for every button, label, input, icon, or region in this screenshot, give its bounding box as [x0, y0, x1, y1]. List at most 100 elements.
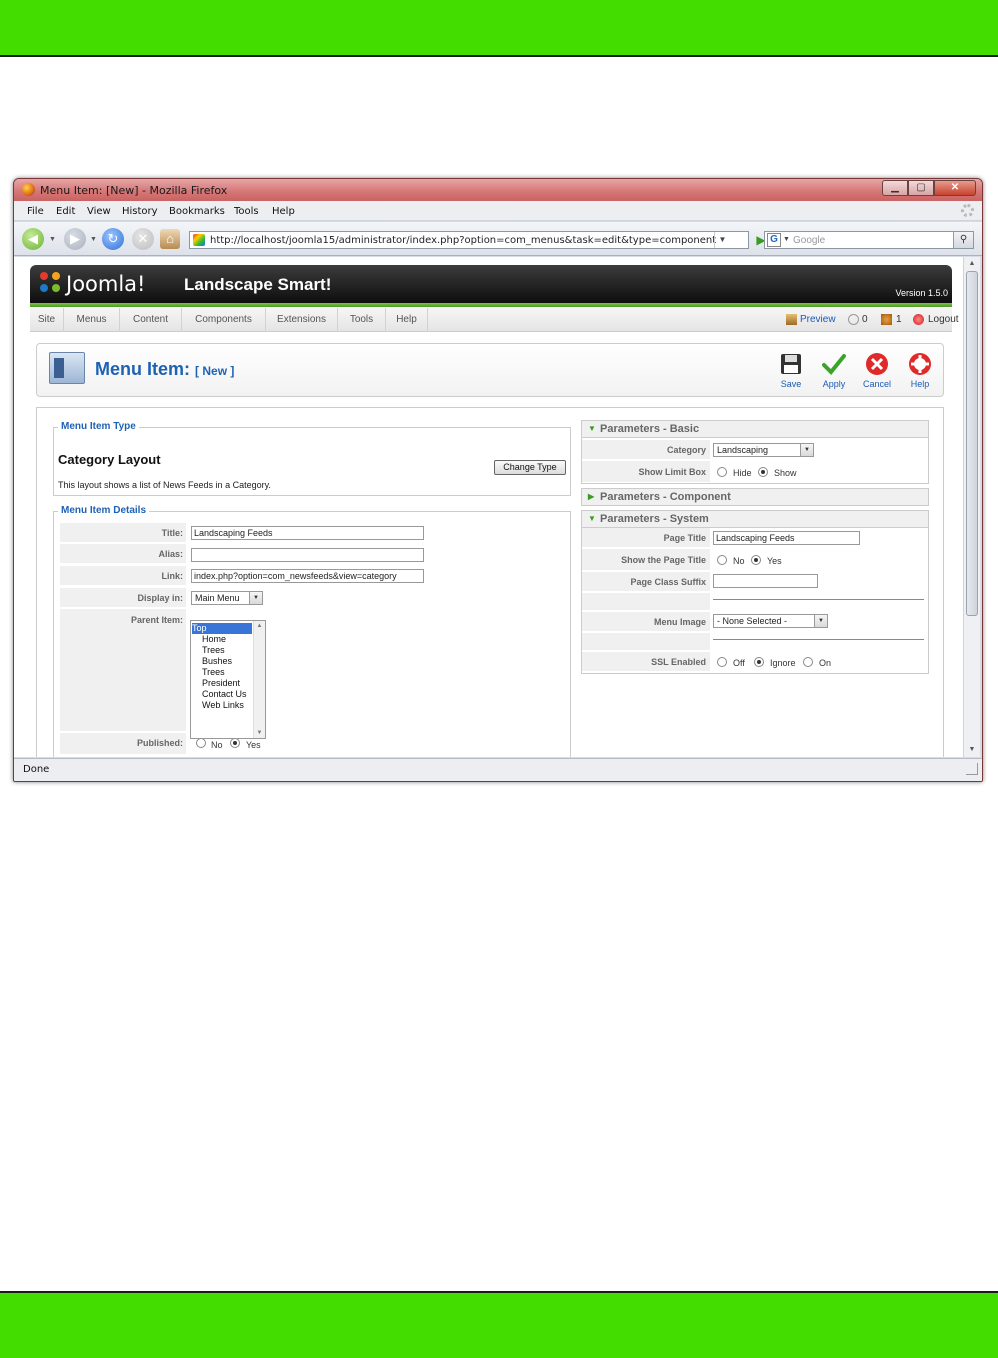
link-label: Link:: [60, 566, 186, 586]
limit-box-hide-radio[interactable]: [717, 467, 727, 477]
title-label: Title:: [60, 523, 186, 543]
ssl-off-radio[interactable]: [717, 657, 727, 667]
logout-icon[interactable]: [913, 314, 924, 325]
admin-menu-content[interactable]: Content: [120, 308, 182, 332]
listbox-scrollbar[interactable]: ▲ ▼: [253, 621, 265, 738]
back-button[interactable]: ◀: [22, 228, 44, 250]
published-no-radio[interactable]: [196, 738, 206, 748]
home-button[interactable]: ⌂: [160, 229, 180, 249]
cancel-label: Cancel: [862, 379, 891, 389]
admin-menu-components[interactable]: Components: [182, 308, 266, 332]
ssl-on-radio[interactable]: [803, 657, 813, 667]
close-window-button[interactable]: ✕: [934, 180, 976, 196]
page-title-field[interactable]: Landscaping Feeds: [713, 531, 860, 545]
google-engine-icon[interactable]: G: [767, 233, 781, 247]
admin-menu-site[interactable]: Site: [30, 308, 64, 332]
admin-menu-tools[interactable]: Tools: [338, 308, 386, 332]
params-system-header[interactable]: ▼ Parameters - System: [581, 510, 929, 528]
parent-item-listbox[interactable]: Top Home Trees Bushes Trees President Co…: [190, 620, 266, 739]
menu-item-icon: [49, 352, 85, 384]
cancel-button[interactable]: Cancel: [857, 352, 897, 392]
url-history-dropdown-icon[interactable]: ▼: [714, 232, 730, 248]
maximize-button[interactable]: ▢: [908, 180, 934, 196]
menu-history[interactable]: History: [122, 206, 158, 217]
help-button[interactable]: Help: [900, 352, 940, 392]
preview-link[interactable]: Preview: [800, 314, 836, 325]
page-scrollbar[interactable]: ▲ ▼: [963, 257, 980, 757]
alias-field[interactable]: [191, 548, 424, 562]
show-page-title-no-radio[interactable]: [717, 555, 727, 565]
reload-button[interactable]: ↻: [102, 228, 124, 250]
url-bar[interactable]: http://localhost/joomla15/administrator/…: [189, 231, 766, 249]
title-field[interactable]: Landscaping Feeds: [191, 526, 424, 540]
save-label: Save: [780, 379, 802, 389]
forward-button[interactable]: ▶: [64, 228, 86, 250]
page-class-suffix-field[interactable]: [713, 574, 818, 588]
apply-label: Apply: [822, 379, 846, 389]
scrollbar-thumb[interactable]: [966, 271, 978, 616]
category-value: Landscaping: [717, 445, 769, 455]
menu-bookmarks[interactable]: Bookmarks: [169, 206, 225, 217]
change-type-button[interactable]: Change Type: [494, 460, 566, 475]
preview-icon[interactable]: [786, 314, 797, 325]
expanded-triangle-icon: ▼: [588, 424, 596, 433]
parent-item-option[interactable]: Trees: [192, 667, 252, 678]
status-text: Done: [23, 764, 50, 775]
page-footer-band: [0, 1291, 998, 1358]
menu-view[interactable]: View: [87, 206, 111, 217]
search-bar[interactable]: G ▼ Google ⚲: [764, 231, 974, 249]
admin-menu-menus[interactable]: Menus: [64, 308, 120, 332]
params-basic-title: Parameters - Basic: [600, 423, 700, 435]
joomla-logo-icon: [40, 272, 62, 294]
menu-tools[interactable]: Tools: [234, 206, 259, 217]
ssl-ignore-radio[interactable]: [754, 657, 764, 667]
header-accent-line: [30, 303, 952, 307]
search-engine-dropdown-icon[interactable]: ▼: [783, 236, 790, 243]
show-page-title-yes-radio[interactable]: [751, 555, 761, 565]
published-yes-radio[interactable]: [230, 738, 240, 748]
back-history-dropdown-icon[interactable]: ▼: [49, 236, 56, 243]
link-field[interactable]: index.php?option=com_newsfeeds&view=cate…: [191, 569, 424, 583]
parent-item-option[interactable]: Trees: [192, 645, 252, 656]
menu-item-details-legend: Menu Item Details: [58, 505, 150, 516]
forward-history-dropdown-icon[interactable]: ▼: [90, 236, 97, 243]
parent-item-option[interactable]: Web Links: [192, 700, 252, 711]
params-system-title: Parameters - System: [600, 513, 709, 525]
help-label: Help: [910, 379, 930, 389]
admin-menu-help[interactable]: Help: [386, 308, 428, 332]
display-in-select[interactable]: Main Menu ▼: [191, 591, 263, 605]
params-basic-header[interactable]: ▼ Parameters - Basic: [581, 420, 929, 438]
category-select[interactable]: Landscaping ▼: [713, 443, 814, 457]
params-component-header[interactable]: ▶ Parameters - Component: [581, 488, 929, 506]
scroll-down-icon[interactable]: ▼: [964, 743, 980, 757]
logout-link[interactable]: Logout: [928, 314, 959, 325]
parent-item-option[interactable]: Contact Us: [192, 689, 252, 700]
parent-item-option[interactable]: Home: [192, 634, 252, 645]
stop-button[interactable]: ✕: [132, 228, 154, 250]
resize-grip-icon[interactable]: [966, 763, 978, 775]
menu-edit[interactable]: Edit: [56, 206, 75, 217]
parent-item-option[interactable]: Top: [192, 623, 252, 634]
search-magnifier-icon[interactable]: ⚲: [953, 232, 973, 248]
menu-help[interactable]: Help: [272, 206, 295, 217]
menu-file[interactable]: File: [27, 206, 44, 217]
messages-icon[interactable]: [848, 314, 859, 325]
admin-menu-extensions[interactable]: Extensions: [266, 308, 338, 332]
search-input[interactable]: Google: [793, 235, 825, 246]
parent-item-option[interactable]: Bushes: [192, 656, 252, 667]
main-form: Menu Item Type Category Layout This layo…: [36, 407, 944, 757]
chevron-down-icon: ▼: [814, 615, 827, 627]
page-subtitle: [ New ]: [195, 364, 235, 378]
expanded-triangle-icon: ▼: [588, 514, 596, 523]
scroll-down-icon[interactable]: ▼: [254, 730, 265, 736]
scroll-up-icon[interactable]: ▲: [254, 623, 265, 629]
minimize-button[interactable]: ▁: [882, 180, 908, 196]
apply-button[interactable]: Apply: [814, 352, 854, 392]
url-text[interactable]: http://localhost/joomla15/administrator/…: [210, 235, 716, 246]
menu-image-select[interactable]: - None Selected - ▼: [713, 614, 828, 628]
parent-item-option[interactable]: President: [192, 678, 252, 689]
window-title: Menu Item: [New] - Mozilla Firefox: [40, 184, 228, 197]
save-button[interactable]: Save: [771, 352, 811, 392]
limit-box-show-radio[interactable]: [758, 467, 768, 477]
scroll-up-icon[interactable]: ▲: [964, 257, 980, 271]
